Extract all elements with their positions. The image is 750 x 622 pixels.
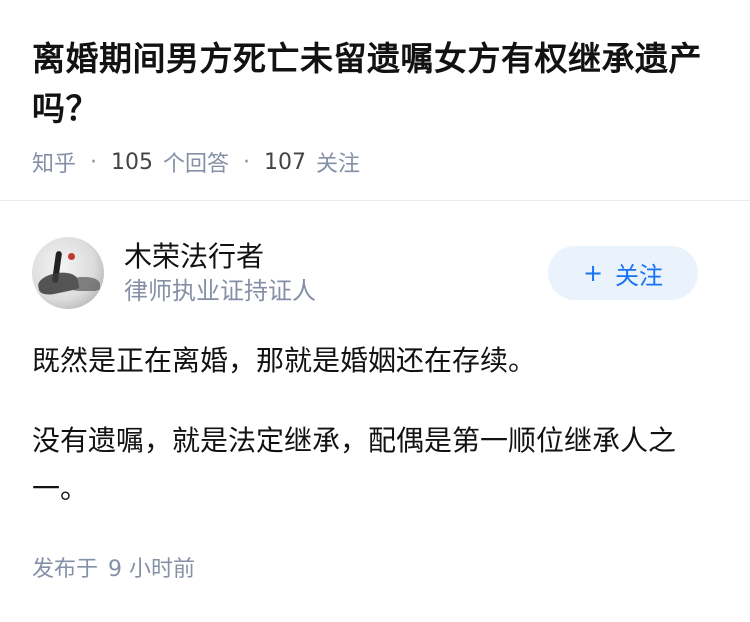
answers-label[interactable]: 个回答: [163, 146, 229, 178]
answers-count: 105: [111, 149, 154, 175]
author-row: 木荣法行者 律师执业证持证人 + 关注: [0, 201, 750, 309]
separator-dot: ·: [90, 149, 98, 175]
followers-count: 107: [264, 149, 307, 175]
published-time: 9 小时前: [108, 557, 196, 582]
question-title[interactable]: 离婚期间男方死亡未留遗嘱女方有权继承遗产吗？: [32, 34, 718, 134]
follow-button[interactable]: + 关注: [548, 246, 698, 300]
avatar-sun-mark: [68, 253, 75, 260]
answer-paragraph: 没有遗嘱，就是法定继承，配偶是第一顺位继承人之一。: [32, 424, 677, 505]
avatar[interactable]: [32, 237, 104, 309]
author-name[interactable]: 木荣法行者: [124, 239, 548, 275]
published-label: 发布于: [32, 557, 99, 582]
question-header: 离婚期间男方死亡未留遗嘱女方有权继承遗产吗？ 知乎 · 105 个回答 · 10…: [0, 0, 750, 177]
answer-paragraph: 既然是正在离婚，那就是婚姻还在存续。: [32, 344, 537, 377]
answer-body: 既然是正在离婚，那就是婚姻还在存续。 没有遗嘱，就是法定继承，配偶是第一顺位继承…: [0, 309, 750, 513]
follow-label: 关注: [615, 261, 664, 290]
author-badge: 律师执业证持证人: [124, 277, 316, 305]
source-label[interactable]: 知乎: [32, 146, 76, 178]
avatar-ink-wash: [70, 277, 100, 291]
separator-dot: ·: [243, 149, 251, 175]
author-info: 木荣法行者 律师执业证持证人: [124, 239, 548, 307]
followers-label[interactable]: 关注: [316, 146, 360, 178]
plus-icon: +: [582, 259, 604, 287]
answer-meta: 发布于 9 小时前: [0, 513, 750, 583]
question-meta: 知乎 · 105 个回答 · 107 关注: [32, 146, 718, 178]
